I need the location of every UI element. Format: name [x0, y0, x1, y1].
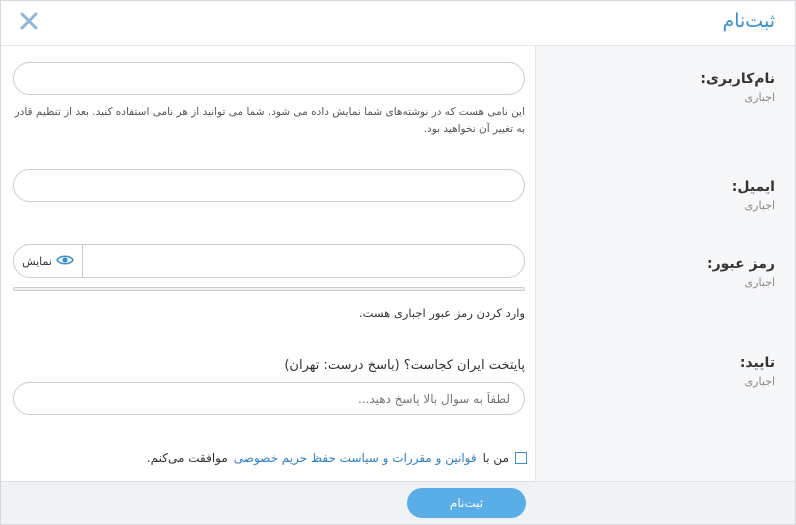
- email-label-block: ایمیل: اجباری: [545, 179, 775, 212]
- captcha-label-block: تایید: اجباری: [545, 355, 775, 388]
- password-strength-bar: [13, 287, 525, 291]
- username-required: اجباری: [744, 91, 775, 104]
- signup-dialog: ثبت‌نام نام‌کاربری: اجباری ایمیل: اجباری…: [0, 0, 796, 525]
- agreement-checkbox[interactable]: [515, 452, 527, 464]
- close-icon[interactable]: [17, 9, 41, 33]
- username-field[interactable]: [13, 62, 525, 95]
- username-label: نام‌کاربری:: [700, 71, 775, 87]
- show-password-toggle[interactable]: نمایش: [14, 245, 83, 277]
- captcha-label: تایید:: [739, 355, 775, 371]
- email-input[interactable]: [14, 170, 524, 201]
- agreement-suffix: موافقت می‌کنم.: [146, 451, 228, 465]
- agreement-prefix: من با: [482, 451, 509, 465]
- labels-column: نام‌کاربری: اجباری ایمیل: اجباری رمز عبو…: [535, 46, 795, 481]
- username-input[interactable]: [14, 63, 524, 94]
- show-password-label: نمایش: [22, 254, 52, 268]
- dialog-title: ثبت‌نام: [722, 10, 775, 32]
- dialog-header: ثبت‌نام: [1, 1, 795, 46]
- password-label: رمز عبور:: [706, 256, 775, 272]
- submit-button[interactable]: ثبت‌نام: [407, 488, 526, 518]
- password-input[interactable]: [84, 245, 524, 277]
- captcha-input[interactable]: [14, 383, 524, 414]
- terms-link[interactable]: قوانین و مقررات و سیاست حفظ حریم خصوصی: [234, 451, 477, 465]
- captcha-required: اجباری: [744, 375, 775, 388]
- password-hint: وارد کردن رمز عبور اجباری هست.: [358, 306, 525, 320]
- email-field[interactable]: [13, 169, 525, 202]
- email-label: ایمیل:: [731, 179, 775, 195]
- password-required: اجباری: [744, 276, 775, 289]
- username-hint: این نامی هست که در نوشته‌های شما نمایش د…: [14, 106, 525, 135]
- captcha-question: پایتخت ایران کجاست؟ (باسخ درست: تهران): [284, 358, 525, 373]
- username-label-block: نام‌کاربری: اجباری: [545, 71, 775, 104]
- password-field[interactable]: نمایش: [13, 244, 525, 278]
- password-label-block: رمز عبور: اجباری: [545, 256, 775, 289]
- email-required: اجباری: [744, 199, 775, 212]
- captcha-field[interactable]: [13, 382, 525, 415]
- dialog-footer: ثبت‌نام: [1, 481, 795, 524]
- eye-icon: [55, 254, 74, 269]
- agreement-row: من با قوانین و مقررات و سیاست حفظ حریم خ…: [13, 451, 527, 465]
